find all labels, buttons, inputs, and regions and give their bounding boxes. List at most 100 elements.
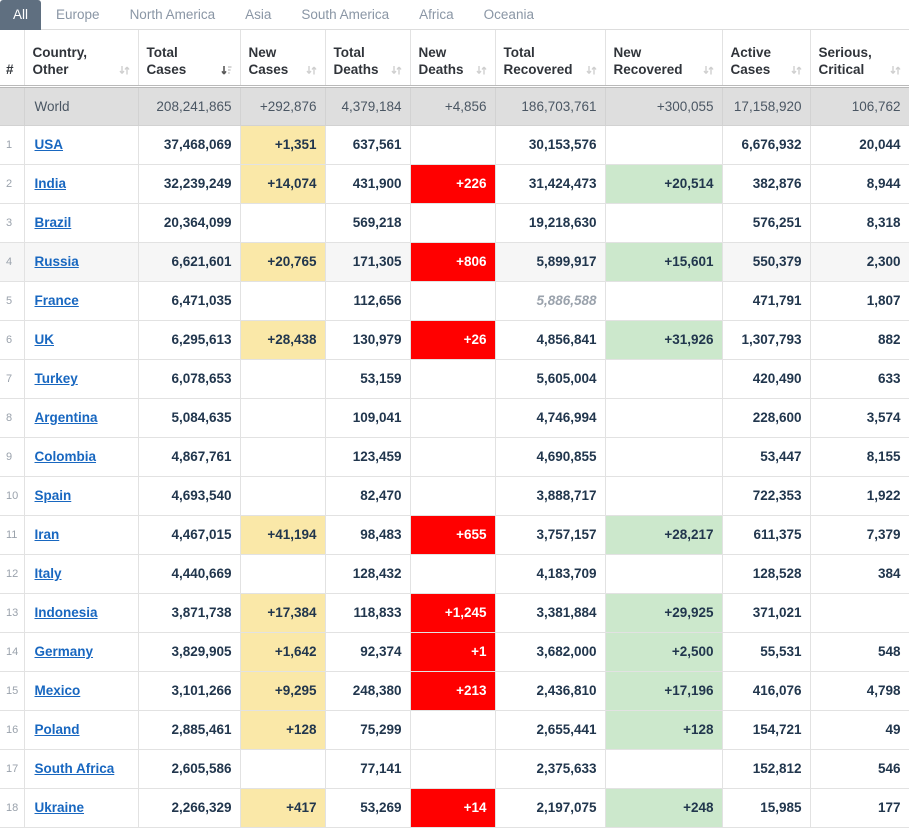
total-recovered-cell: 3,757,157 [494, 514, 606, 555]
sort-both-icon[interactable] [702, 64, 714, 77]
column-header-new-cases[interactable]: New Cases [239, 30, 326, 88]
country-link[interactable]: South Africa [35, 761, 115, 776]
table-row[interactable]: 11 Iran 4,467,015 +41,194 98,483 +655 3,757,15… [0, 514, 909, 555]
table-row[interactable]: 18 Ukraine 2,266,329 +417 53,269 +14 2,197,075… [0, 787, 909, 828]
new-recovered-cell [604, 202, 723, 243]
table-row[interactable]: 1 USA 37,468,069 +1,351 637,561 30,153,576 6,6… [0, 124, 909, 165]
active-cases-cell: 722,353 [721, 475, 811, 516]
row-number: 16 [0, 709, 25, 750]
tab-all[interactable]: All [0, 0, 42, 30]
column-header-total-recovered[interactable]: Total Recovered [494, 30, 606, 88]
country-link[interactable]: Poland [35, 722, 80, 737]
country-link[interactable]: Russia [35, 254, 79, 269]
serious-critical-cell: 4,798 [809, 670, 909, 711]
column-header-number[interactable]: # [0, 30, 25, 88]
total-cases-cell: 6,471,035 [137, 280, 241, 321]
active-cases-cell: 55,531 [721, 631, 811, 672]
sort-both-icon[interactable] [790, 64, 802, 77]
country-cell: Iran [23, 514, 139, 555]
total-cases-cell: 32,239,249 [137, 163, 241, 204]
total-recovered-cell: 30,153,576 [494, 124, 606, 165]
country-cell: Germany [23, 631, 139, 672]
country-link[interactable]: Colombia [35, 449, 97, 464]
table-row[interactable]: 16 Poland 2,885,461 +128 75,299 2,655,441 +128… [0, 709, 909, 750]
column-header-new-recovered[interactable]: New Recovered [604, 30, 723, 88]
tab-south-america[interactable]: South America [286, 0, 404, 30]
row-number: 9 [0, 436, 25, 477]
table-row[interactable]: 12 Italy 4,440,669 128,432 4,183,709 128,528 3… [0, 553, 909, 594]
country-link[interactable]: Iran [35, 527, 60, 542]
tab-europe[interactable]: Europe [41, 0, 115, 30]
total-deaths-cell: 75,299 [324, 709, 411, 750]
tab-north-america[interactable]: North America [115, 0, 231, 30]
column-header-active-cases[interactable]: Active Cases [721, 30, 811, 88]
serious-critical-cell: 177 [809, 787, 909, 828]
sort-both-icon[interactable] [118, 64, 130, 77]
country-link[interactable]: India [35, 176, 67, 191]
total-recovered-cell: 3,888,717 [494, 475, 606, 516]
new-cases-cell: +9,295 [239, 670, 326, 711]
column-header-serious-critical[interactable]: Serious, Critical [809, 30, 909, 88]
table-row[interactable]: 14 Germany 3,829,905 +1,642 92,374 +1 3,682,00… [0, 631, 909, 672]
world-new-recovered: +300,055 [604, 86, 723, 126]
serious-critical-cell: 1,922 [809, 475, 909, 516]
sort-both-icon[interactable] [390, 64, 402, 77]
column-header-total-cases[interactable]: Total Cases [137, 30, 241, 88]
row-number: 1 [0, 124, 25, 165]
country-link[interactable]: Spain [35, 488, 72, 503]
table-row[interactable]: 7 Turkey 6,078,653 53,159 5,605,004 420,490 63… [0, 358, 909, 399]
table-row[interactable]: 6 UK 6,295,613 +28,438 130,979 +26 4,856,841 +3… [0, 319, 909, 360]
country-link[interactable]: Germany [35, 644, 94, 659]
serious-critical-cell: 8,944 [809, 163, 909, 204]
sort-both-icon[interactable] [889, 64, 901, 77]
country-link[interactable]: France [35, 293, 79, 308]
country-link[interactable]: UK [35, 332, 55, 347]
total-recovered-cell: 2,375,633 [494, 748, 606, 789]
country-link[interactable]: Ukraine [35, 800, 85, 815]
total-deaths-cell: 123,459 [324, 436, 411, 477]
table-row[interactable]: 3 Brazil 20,364,099 569,218 19,218,630 576,25… [0, 202, 909, 243]
country-cell: UK [23, 319, 139, 360]
row-number: 3 [0, 202, 25, 243]
column-header-total-deaths[interactable]: Total Deaths [324, 30, 411, 88]
table-row[interactable]: 4 Russia 6,621,601 +20,765 171,305 +806 5,899,… [0, 241, 909, 282]
country-link[interactable]: Mexico [35, 683, 81, 698]
sort-both-icon[interactable] [585, 64, 597, 77]
new-cases-cell: +41,194 [239, 514, 326, 555]
new-cases-cell [239, 748, 326, 789]
country-link[interactable]: Argentina [35, 410, 98, 425]
table-row[interactable]: 10 Spain 4,693,540 82,470 3,888,717 722,353 1,… [0, 475, 909, 516]
country-link[interactable]: Brazil [35, 215, 72, 230]
table-row[interactable]: 17 South Africa 2,605,586 77,141 2,375,633 15… [0, 748, 909, 789]
tab-oceania[interactable]: Oceania [469, 0, 549, 30]
world-summary-row: World 208,241,865 +292,876 4,379,184 +4,856 1… [0, 86, 909, 126]
table-row[interactable]: 13 Indonesia 3,871,738 +17,384 118,833 +1,245… [0, 592, 909, 633]
country-link[interactable]: Turkey [35, 371, 78, 386]
tab-asia[interactable]: Asia [230, 0, 286, 30]
active-cases-cell: 371,021 [721, 592, 811, 633]
country-link[interactable]: Indonesia [35, 605, 98, 620]
country-link[interactable]: USA [35, 137, 64, 152]
table-row[interactable]: 5 France 6,471,035 112,656 5,886,588 471,791 1… [0, 280, 909, 321]
new-cases-cell: +1,351 [239, 124, 326, 165]
tab-africa[interactable]: Africa [404, 0, 469, 30]
country-link[interactable]: Italy [35, 566, 62, 581]
active-cases-cell: 611,375 [721, 514, 811, 555]
table-row[interactable]: 9 Colombia 4,867,761 123,459 4,690,855 53,447… [0, 436, 909, 477]
country-cell: Poland [23, 709, 139, 750]
column-header-country[interactable]: Country, Other [23, 30, 139, 88]
serious-critical-cell: 548 [809, 631, 909, 672]
sort-both-icon[interactable] [305, 64, 317, 77]
sort-both-icon[interactable] [475, 64, 487, 77]
total-recovered-cell: 4,856,841 [494, 319, 606, 360]
column-header-new-deaths[interactable]: New Deaths [409, 30, 496, 88]
table-row[interactable]: 8 Argentina 5,084,635 109,041 4,746,994 228,6… [0, 397, 909, 438]
table-row[interactable]: 2 India 32,239,249 +14,074 431,900 +226 31,424… [0, 163, 909, 204]
country-cell: India [23, 163, 139, 204]
country-cell: Ukraine [23, 787, 139, 828]
active-cases-cell: 416,076 [721, 670, 811, 711]
new-cases-cell: +17,384 [239, 592, 326, 633]
table-row[interactable]: 15 Mexico 3,101,266 +9,295 248,380 +213 2,436,… [0, 670, 909, 711]
row-number: 18 [0, 787, 25, 828]
sort-descending-active-icon[interactable] [220, 64, 232, 77]
